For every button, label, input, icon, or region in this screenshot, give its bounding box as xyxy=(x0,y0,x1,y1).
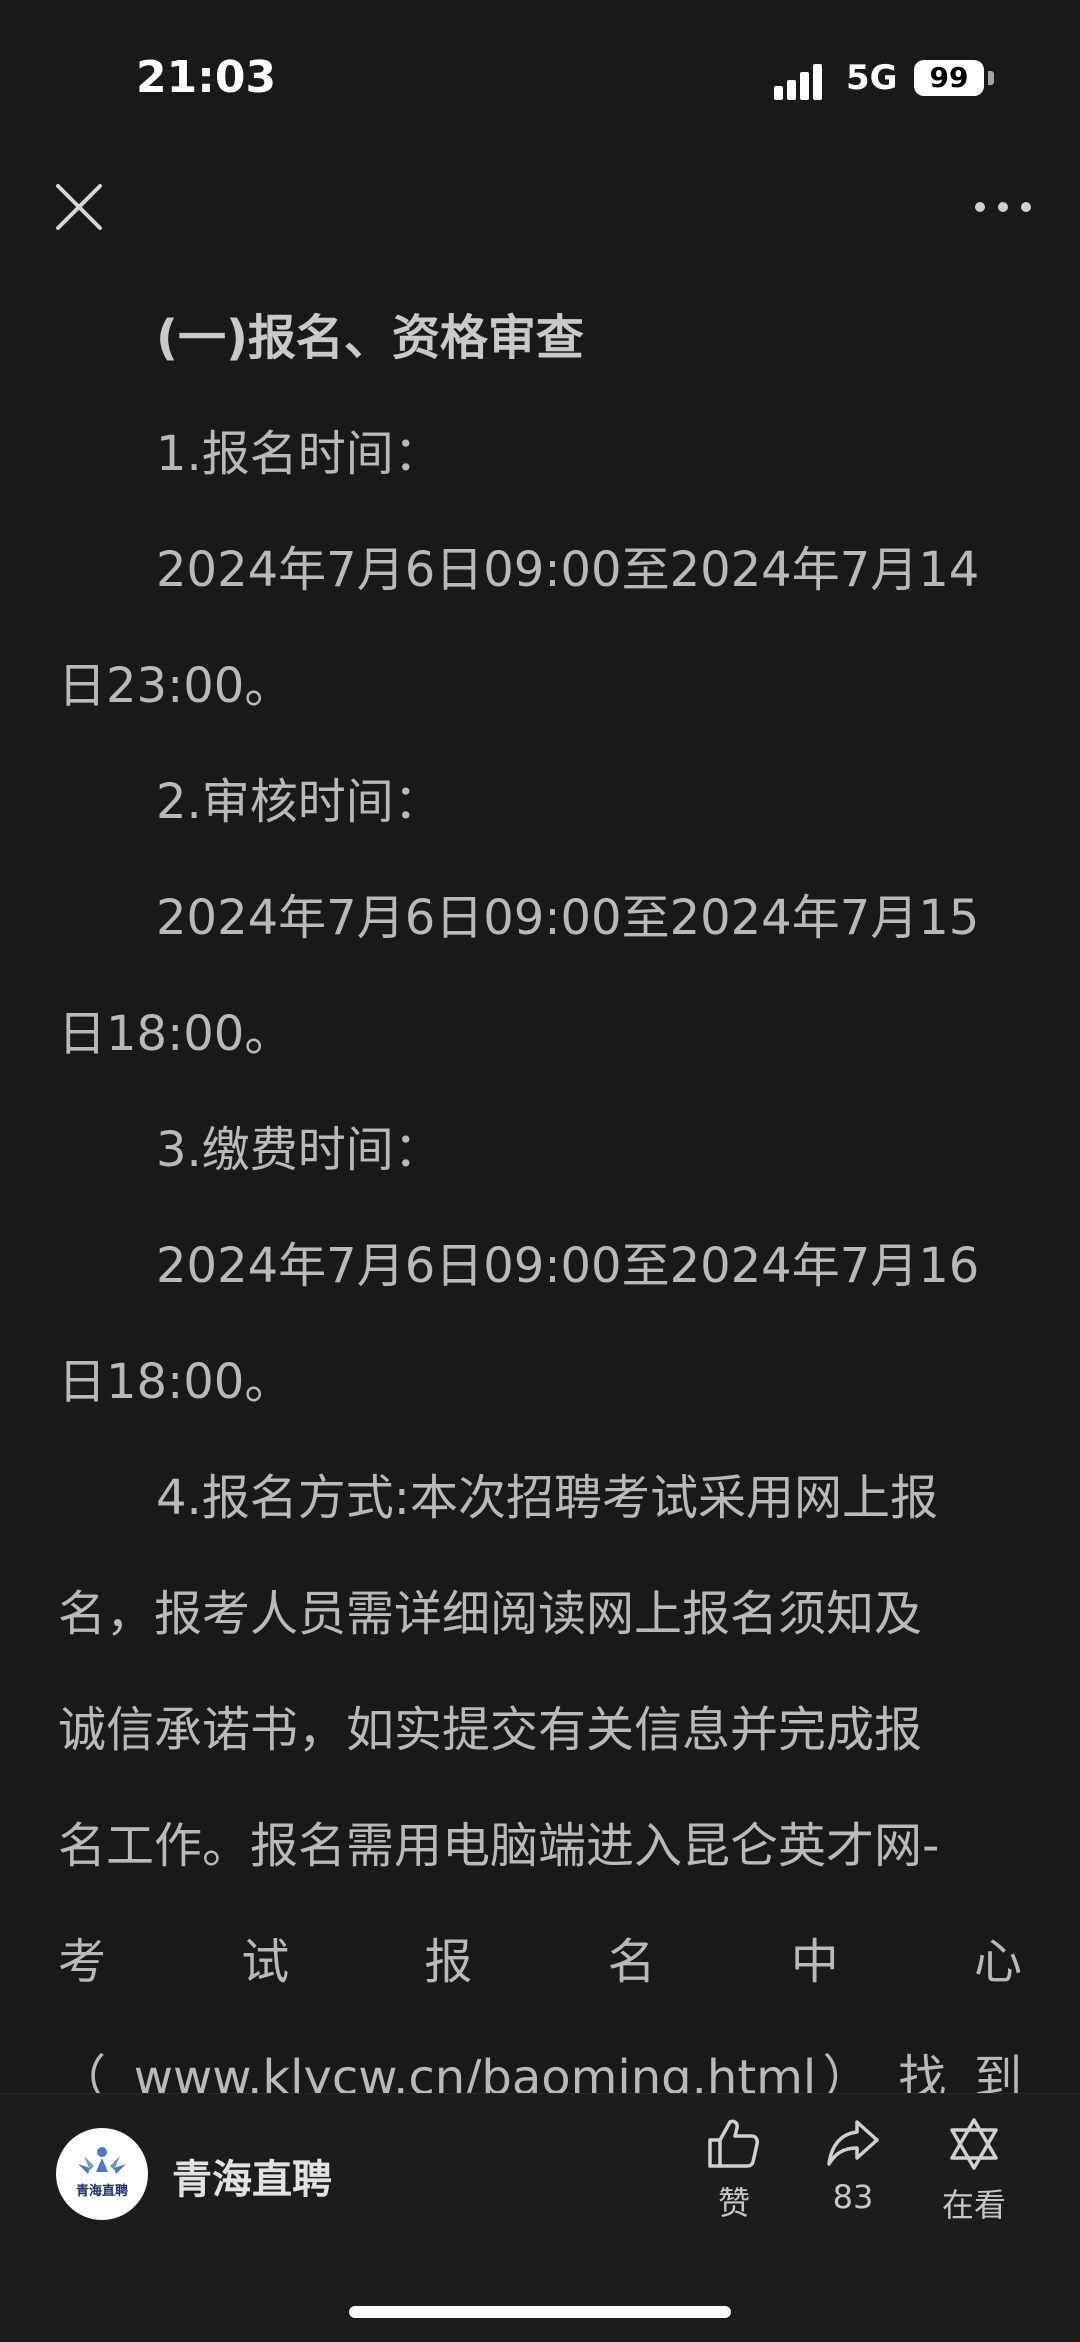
item4-text-4: 名工作。报名需用电脑端进入昆仑英才网- xyxy=(58,1818,940,1874)
battery-tip xyxy=(988,71,994,85)
section-heading: (一)报名、资格审查 xyxy=(156,310,584,366)
item2-text: 2024年7月6日09:00至2024年7月15 xyxy=(156,890,980,946)
item4-text-3: 诚信承诺书，如实提交有关信息并完成报 xyxy=(58,1702,923,1758)
thumbs-up-icon xyxy=(708,2119,759,2168)
status-time: 21:03 xyxy=(136,52,277,103)
item4-text: 4.报名方式:本次招聘考试采用网上报 xyxy=(156,1470,938,1526)
star-of-david-icon xyxy=(950,2118,998,2170)
item3-title: 3.缴费时间： xyxy=(156,1122,442,1178)
share-count: 83 xyxy=(832,2178,874,2216)
close-icon[interactable] xyxy=(52,180,106,234)
article-body: (一)报名、资格审查 1.报名时间： 2024年7月6日09:00至2024年7… xyxy=(58,280,1022,2136)
item1-text: 2024年7月6日09:00至2024年7月14 xyxy=(156,542,980,598)
avatar[interactable]: 青海直聘 xyxy=(56,2128,148,2220)
battery-icon: 99 xyxy=(914,60,984,96)
signal-icon xyxy=(774,60,830,100)
item4-text-5: 考 试 报 名 中 心 xyxy=(58,1934,1022,1990)
item1-text-cont: 日23:00。 xyxy=(58,658,293,714)
account-name[interactable]: 青海直聘 xyxy=(172,2147,332,2205)
more-icon[interactable] xyxy=(975,186,1031,226)
network-type: 5G xyxy=(846,58,898,98)
logo-text: 青海直聘 xyxy=(75,2184,128,2199)
like-label: 赞 xyxy=(717,2184,750,2222)
like-button[interactable]: 赞 xyxy=(684,2116,784,2224)
share-icon xyxy=(827,2120,879,2166)
item3-text-cont: 日18:00。 xyxy=(58,1354,293,1410)
logo-icon xyxy=(58,2130,146,2218)
home-indicator[interactable] xyxy=(349,2306,731,2318)
item4-text-2: 名，报考人员需详细阅读网上报名须知及 xyxy=(58,1586,923,1642)
item2-text-cont: 日18:00。 xyxy=(58,1006,293,1062)
item3-text: 2024年7月6日09:00至2024年7月16 xyxy=(156,1238,980,1294)
status-bar: 21:03 5G 99 xyxy=(0,0,1080,160)
share-button[interactable]: 83 xyxy=(803,2116,903,2216)
watching-label: 在看 xyxy=(941,2186,1006,2224)
watching-button[interactable]: 在看 xyxy=(924,2116,1024,2226)
top-nav xyxy=(0,160,1080,270)
item2-title: 2.审核时间： xyxy=(156,774,442,830)
item1-title: 1.报名时间： xyxy=(156,426,442,482)
bottom-bar xyxy=(0,2093,1080,2342)
